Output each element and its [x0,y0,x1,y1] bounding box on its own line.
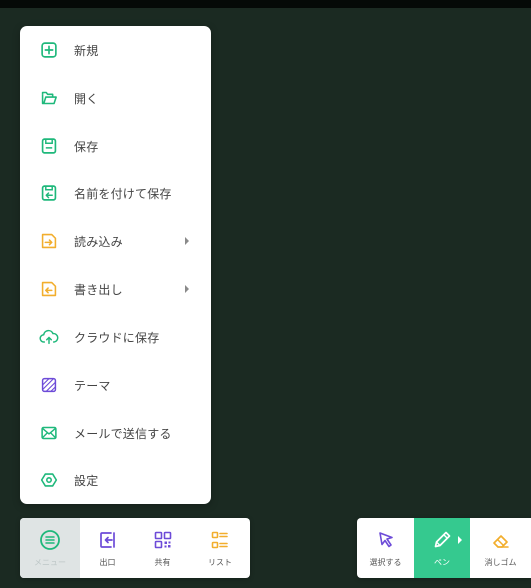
exit-button[interactable]: 出口 [80,518,135,578]
menu-item-import[interactable]: 読み込み [20,220,211,262]
cursor-arrow-icon [374,528,398,552]
save-icon [38,135,60,157]
menu-item-label: テーマ [74,378,111,393]
eraser-icon [489,528,513,552]
file-menu: 新規 開く 保存 名前を付けて保存 読み込み 書き出し クラウドに保存 テーマ … [20,26,211,504]
new-file-icon [38,39,60,61]
menu-circle-icon [38,528,62,552]
top-edge-strip [0,0,531,8]
menu-item-label: クラウドに保存 [74,330,160,345]
select-button-label: 選択する [369,558,402,567]
exit-button-label: 出口 [99,558,116,567]
eraser-button-label: 消しゴム [484,558,517,567]
menu-item-label: 名前を付けて保存 [74,186,172,201]
theme-pattern-icon [38,374,60,396]
menu-item-save[interactable]: 保存 [20,125,211,167]
canvas-board[interactable]: 新規 開く 保存 名前を付けて保存 読み込み 書き出し クラウドに保存 テーマ … [0,0,531,588]
submenu-arrow-icon [185,237,189,245]
menu-button[interactable]: メニュー [20,518,80,578]
list-button[interactable]: リスト [190,518,250,578]
share-button-label: 共有 [154,558,171,567]
menu-item-label: メールで送信する [74,426,172,441]
menu-item-label: 開く [74,91,99,106]
menu-item-label: 読み込み [74,234,123,249]
list-icon [208,528,232,552]
pen-button-label: ペン [434,558,450,567]
menu-item-new[interactable]: 新規 [20,29,211,71]
drawing-toolbar: 選択する ペン 消しゴム [357,518,531,578]
save-as-icon [38,182,60,204]
exit-icon [96,528,120,552]
export-icon [38,278,60,300]
main-toolbar: メニュー 出口 共有 リスト [20,518,250,578]
menu-item-theme[interactable]: テーマ [20,364,211,406]
qr-code-icon [151,528,175,552]
menu-item-cloud-save[interactable]: クラウドに保存 [20,316,211,358]
menu-button-label: メニュー [34,558,66,567]
folder-open-icon [38,87,60,109]
menu-item-label: 書き出し [74,282,123,297]
pen-button[interactable]: ペン [414,518,470,578]
menu-item-label: 新規 [74,43,99,58]
list-button-label: リスト [208,558,232,567]
menu-item-save-as[interactable]: 名前を付けて保存 [20,172,211,214]
import-icon [38,230,60,252]
pen-options-arrow-icon[interactable] [458,536,462,544]
menu-item-settings[interactable]: 設定 [20,459,211,501]
mail-icon [38,422,60,444]
menu-item-export[interactable]: 書き出し [20,268,211,310]
share-button[interactable]: 共有 [135,518,190,578]
menu-item-open[interactable]: 開く [20,77,211,119]
menu-item-label: 保存 [74,139,99,154]
settings-hexagon-icon [38,469,60,491]
eraser-button[interactable]: 消しゴム [470,518,531,578]
pen-icon [430,528,454,552]
submenu-arrow-icon [185,285,189,293]
select-button[interactable]: 選択する [357,518,414,578]
menu-item-email[interactable]: メールで送信する [20,412,211,454]
cloud-upload-icon [38,326,60,348]
menu-item-label: 設定 [74,473,99,488]
